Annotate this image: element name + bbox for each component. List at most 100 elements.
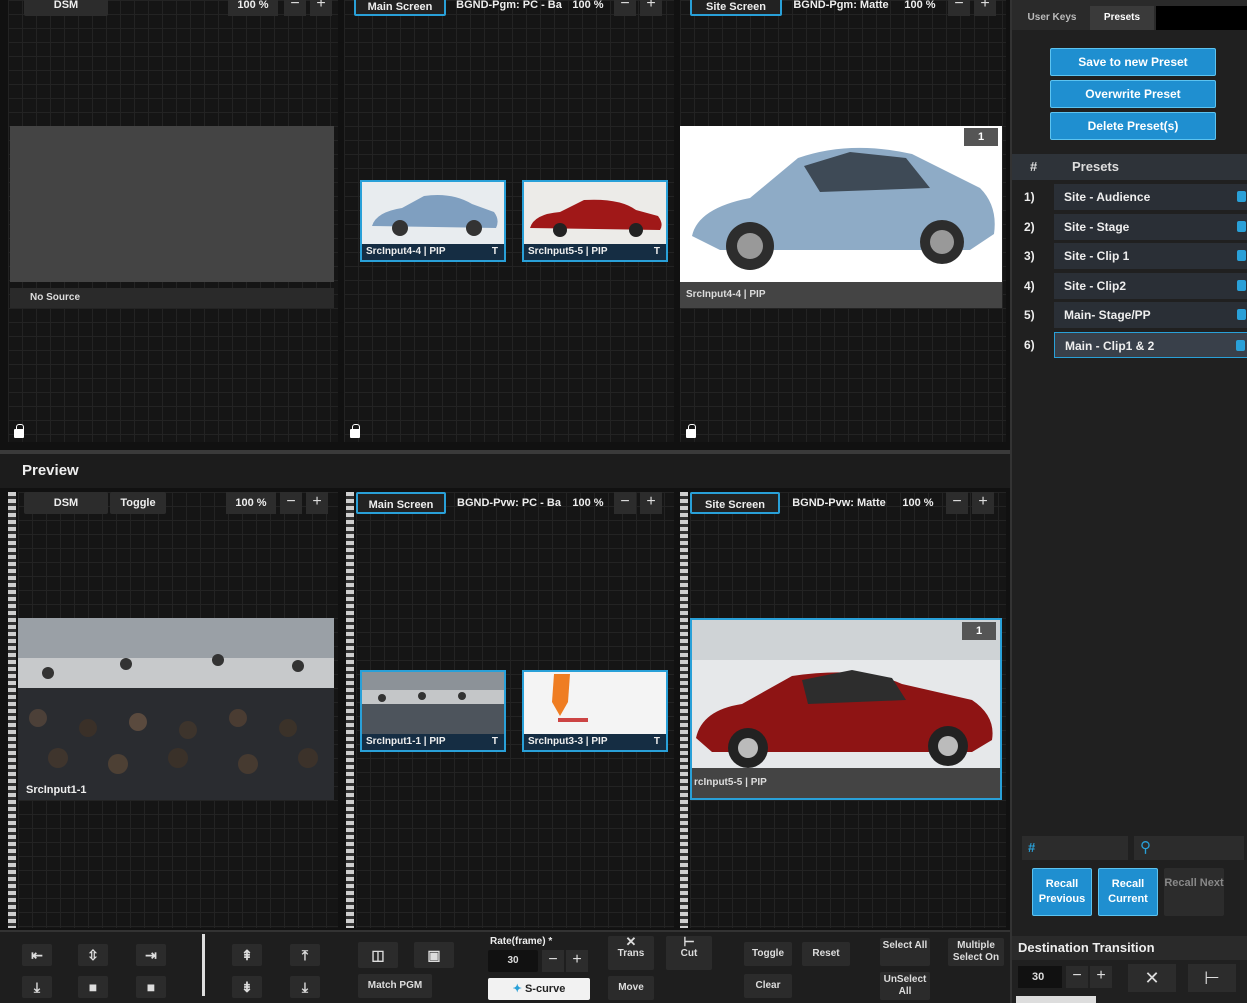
unlock-icon[interactable]	[1237, 220, 1246, 232]
save-new-preset-button[interactable]: Save to new Preset	[1050, 48, 1216, 76]
program-site-screen-button[interactable]: Site Screen	[690, 0, 782, 16]
preview-main-zoom-plus[interactable]: +	[640, 492, 662, 514]
preview-dsm-toggle-button[interactable]: Toggle	[110, 492, 166, 514]
preview-main-zoom[interactable]: 100 %	[566, 492, 610, 514]
dest-rate-minus[interactable]: −	[1066, 966, 1088, 988]
cut-button[interactable]: ⊢ Cut	[666, 935, 712, 970]
dest-cut-icon[interactable]: ⊢	[1188, 964, 1236, 992]
overwrite-preset-button[interactable]: Overwrite Preset	[1050, 80, 1216, 108]
preview-panel-site[interactable]: Site Screen BGND-Pvw: Matte 100 % − + 1 …	[690, 492, 1006, 928]
program-dsm-screen-button[interactable]: DSM	[24, 0, 108, 16]
preview-panel-dsm[interactable]: DSM Toggle 100 % − + SrcInput1-1	[18, 492, 338, 928]
preview-dsm-zoom[interactable]: 100 %	[226, 492, 276, 514]
scurve-dropdown[interactable]: ✦ S-curve	[488, 978, 590, 1000]
recall-next-button[interactable]: Recall Next	[1164, 868, 1224, 916]
preview-dsm-source[interactable]: SrcInput1-1	[18, 618, 334, 800]
send-backward-icon[interactable]: ⇟	[232, 976, 262, 998]
fill-square-alt-icon[interactable]: ■	[136, 976, 166, 998]
save-layout-icon[interactable]: ▣	[414, 942, 454, 968]
program-panel-dsm[interactable]: DSM 100 % − + No Source	[8, 0, 338, 442]
tab-user-keys[interactable]: User Keys	[1016, 6, 1088, 30]
preview-panel-2-handle[interactable]	[346, 492, 354, 928]
program-dsm-zoom-plus[interactable]: +	[310, 0, 332, 16]
align-left-icon[interactable]: ⇤	[22, 944, 52, 966]
align-center-icon[interactable]: ⇳	[78, 944, 108, 966]
align-right-icon[interactable]: ⇥	[136, 944, 166, 966]
rate-plus[interactable]: +	[566, 950, 588, 972]
preview-site-zoom[interactable]: 100 %	[896, 492, 940, 514]
preset-item[interactable]: 2) Site - Stage	[1018, 213, 1247, 240]
preset-number-input[interactable]: #	[1022, 836, 1128, 860]
preview-site-layer[interactable]: 1 rcInput5-5 | PIP	[690, 618, 1002, 800]
program-main-zoom[interactable]: 100 %	[568, 0, 608, 16]
unlock-icon[interactable]	[1237, 191, 1246, 202]
dest-rate-plus[interactable]: +	[1090, 966, 1112, 988]
preview-dsm-screen-button[interactable]: DSM	[24, 492, 108, 514]
rate-input[interactable]: 30	[488, 950, 538, 972]
lock-icon[interactable]	[350, 424, 360, 438]
preview-main-screen-button[interactable]: Main Screen	[356, 492, 446, 514]
preset-search-input[interactable]: ⚲	[1134, 836, 1244, 860]
program-pip-2[interactable]: SrcInput5-5 | PIP T	[522, 180, 668, 262]
match-pgm-button[interactable]: Match PGM	[358, 974, 432, 998]
select-all-button[interactable]: Select All	[880, 938, 930, 966]
unselect-all-button[interactable]: UnSelect All	[880, 972, 930, 1000]
multiple-select-button[interactable]: Multiple Select On	[948, 938, 1004, 966]
program-site-bgnd-label[interactable]: BGND-Pgm: Matte	[786, 0, 896, 16]
lock-icon[interactable]	[14, 424, 24, 438]
delete-preset-button[interactable]: Delete Preset(s)	[1050, 112, 1216, 140]
program-site-zoom-minus[interactable]: −	[948, 0, 970, 16]
preview-panel-main[interactable]: Main Screen BGND-Pvw: PC - Ba 100 % − + …	[356, 492, 674, 928]
unlock-icon[interactable]	[1237, 279, 1246, 291]
program-site-zoom[interactable]: 100 %	[898, 0, 942, 16]
program-panel-site[interactable]: Site Screen BGND-Pgm: Matte 100 % − + 1 …	[680, 0, 1006, 442]
toggle-button[interactable]: Toggle	[744, 942, 792, 966]
program-panel-main[interactable]: Main Screen BGND-Pgm: PC - Ba 100 % − + …	[344, 0, 674, 442]
preview-panel-1-handle[interactable]	[8, 492, 16, 928]
preview-site-zoom-plus[interactable]: +	[972, 492, 994, 514]
preview-dsm-zoom-minus[interactable]: −	[280, 492, 302, 514]
preview-site-bgnd-label[interactable]: BGND-Pvw: Matte	[784, 492, 894, 514]
preset-item[interactable]: 6) Main - Clip1 & 2	[1018, 331, 1247, 358]
program-main-bgnd-label[interactable]: BGND-Pgm: PC - Ba	[450, 0, 568, 16]
preset-item[interactable]: 5) Main- Stage/PP	[1018, 302, 1247, 328]
tab-presets[interactable]: Presets	[1090, 6, 1154, 30]
preview-main-zoom-minus[interactable]: −	[614, 492, 636, 514]
clear-button[interactable]: Clear	[744, 974, 792, 998]
program-dsm-zoom-minus[interactable]: −	[284, 0, 306, 16]
unlock-icon[interactable]	[1237, 250, 1246, 261]
unlock-icon[interactable]	[1236, 339, 1245, 351]
program-dsm-zoom[interactable]: 100 %	[228, 0, 278, 16]
program-main-zoom-plus[interactable]: +	[640, 0, 662, 16]
align-bottom-icon[interactable]: ⤓	[22, 976, 52, 998]
fill-square-icon[interactable]: ■	[78, 976, 108, 998]
rate-minus[interactable]: −	[542, 950, 564, 972]
program-pip-1[interactable]: SrcInput4-4 | PIP T	[360, 180, 506, 262]
dest-bottom-tab[interactable]	[1016, 996, 1096, 1003]
preview-main-bgnd-label[interactable]: BGND-Pvw: PC - Ba	[450, 492, 568, 514]
preview-panel-3-handle[interactable]	[680, 492, 688, 928]
preview-pip-2[interactable]: SrcInput3-3 | PIP T	[522, 670, 668, 752]
unlock-icon[interactable]	[1237, 309, 1246, 320]
program-main-zoom-minus[interactable]: −	[614, 0, 636, 16]
preview-pip-1[interactable]: SrcInput1-1 | PIP T	[360, 670, 506, 752]
program-site-zoom-plus[interactable]: +	[974, 0, 996, 16]
bring-to-front-icon[interactable]: ⤒	[290, 944, 320, 966]
recall-previous-button[interactable]: Recall Previous	[1032, 868, 1092, 916]
lock-icon[interactable]	[686, 424, 696, 438]
bring-forward-icon[interactable]: ⇞	[232, 944, 262, 966]
preview-site-zoom-minus[interactable]: −	[946, 492, 968, 514]
recall-current-button[interactable]: Recall Current	[1098, 868, 1158, 916]
program-site-layer[interactable]: 1 SrcInput4-4 | PIP	[680, 126, 1002, 308]
trans-button[interactable]: ✕ Trans	[608, 935, 654, 970]
dest-trans-icon[interactable]: ✕	[1128, 964, 1176, 992]
preset-item[interactable]: 3) Site - Clip 1	[1018, 243, 1247, 269]
match-layout-icon[interactable]: ◫	[358, 942, 398, 968]
send-to-back-icon[interactable]: ⤓	[290, 976, 320, 998]
preset-item[interactable]: 1) Site - Audience	[1018, 184, 1247, 210]
dest-rate-input[interactable]: 30	[1018, 966, 1062, 988]
reset-button[interactable]: Reset	[802, 942, 850, 966]
preview-site-screen-button[interactable]: Site Screen	[690, 492, 780, 514]
preview-dsm-zoom-plus[interactable]: +	[306, 492, 328, 514]
move-button[interactable]: Move	[608, 976, 654, 1000]
